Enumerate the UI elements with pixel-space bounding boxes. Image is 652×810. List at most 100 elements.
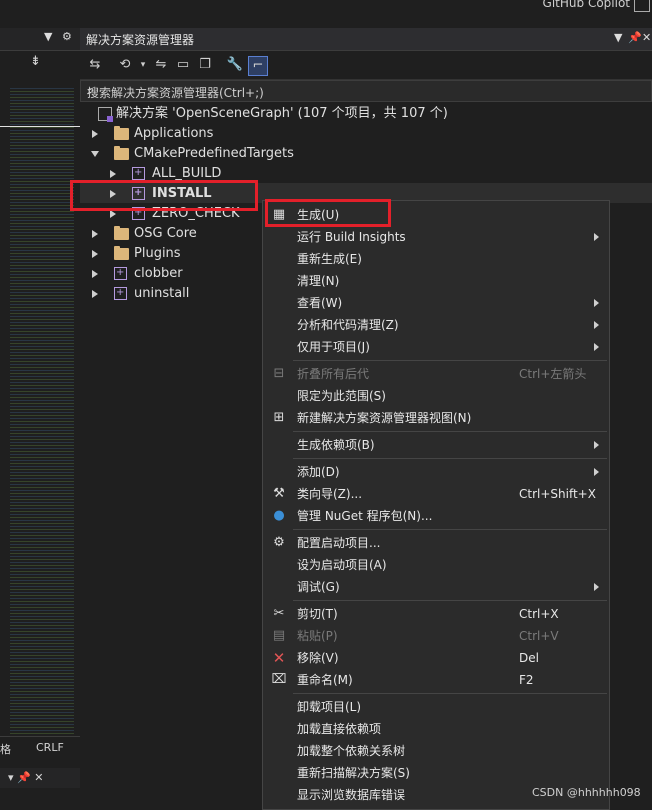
menu-run-build-insights[interactable]: 运行 Build Insights <box>263 226 609 248</box>
dropdown-icon[interactable]: ▼ <box>614 31 622 44</box>
menu-add[interactable]: 添加(D) <box>263 461 609 483</box>
dropdown-icon[interactable]: ▼ <box>44 30 52 43</box>
menu-separator <box>293 431 607 432</box>
menu-unload-project[interactable]: 卸载项目(L) <box>263 696 609 718</box>
menu-separator <box>293 458 607 459</box>
menu-rebuild[interactable]: 重新生成(E) <box>263 248 609 270</box>
menu-project-only[interactable]: 仅用于项目(J) <box>263 336 609 358</box>
expand-icon[interactable] <box>92 250 98 258</box>
menu-label: 加载整个依赖关系树 <box>297 744 406 758</box>
submenu-arrow-icon <box>594 468 599 476</box>
menu-label: 清理(N) <box>297 274 340 288</box>
tree-cmake-targets[interactable]: CMakePredefinedTargets <box>91 144 392 164</box>
menu-set-startup[interactable]: 设为启动项目(A) <box>263 554 609 576</box>
tree-label: clobber <box>134 266 183 281</box>
project-icon <box>114 263 127 283</box>
top-bar: GitHub Copilot <box>0 0 652 28</box>
menu-analyze[interactable]: 分析和代码清理(Z) <box>263 314 609 336</box>
tree-uninstall[interactable]: uninstall <box>92 283 262 304</box>
copilot-button[interactable]: GitHub Copilot <box>543 0 630 10</box>
menu-label: 查看(W) <box>297 296 343 310</box>
submenu-arrow-icon <box>594 583 599 591</box>
vs-switch-views-icon[interactable]: ⇆ <box>86 56 104 74</box>
menu-load-direct-deps[interactable]: 加载直接依赖项 <box>263 718 609 740</box>
new-view-icon: ⊞ <box>273 410 285 425</box>
menu-label: 分析和代码清理(Z) <box>297 318 399 332</box>
minimap-cursor-line <box>0 126 80 127</box>
menu-rescan-solution[interactable]: 重新扫描解决方案(S) <box>263 762 609 784</box>
solution-explorer-toolbar: ⇆ ⟲ ▾ ⇋ ▭ ❐ 🔧 ⌐ <box>80 51 652 80</box>
tree-osg-core[interactable]: OSG Core <box>92 224 262 244</box>
rename-icon: ⌧ <box>271 672 287 687</box>
collapse-all-icon: ⊟ <box>273 366 285 381</box>
menu-rename[interactable]: ⌧ 重命名(M) F2 <box>263 669 609 691</box>
status-strip: 格 CRLF <box>0 736 80 759</box>
expand-icon[interactable] <box>92 230 98 238</box>
menu-cut[interactable]: ✂ 剪切(T) Ctrl+X <box>263 603 609 625</box>
tree-plugins[interactable]: Plugins <box>92 244 262 264</box>
menu-debug[interactable]: 调试(G) <box>263 576 609 598</box>
wrench-icon[interactable]: 🔧 <box>226 56 244 74</box>
menu-label: 卸载项目(L) <box>297 700 362 714</box>
editor-header: ▼ ⚙ <box>0 28 80 51</box>
menu-separator <box>293 529 607 530</box>
menu-label: 重新生成(E) <box>297 252 362 266</box>
install-highlight-box <box>70 180 258 211</box>
tree-clobber[interactable]: clobber <box>92 263 262 284</box>
menu-label: 配置启动项目... <box>297 536 381 550</box>
tree-applications[interactable]: Applications <box>92 124 392 144</box>
watermark: CSDN @hhhhhh098 <box>532 786 641 799</box>
panel-controls[interactable]: ▾ 📌 ✕ <box>8 771 43 784</box>
expand-icon[interactable] <box>110 170 116 178</box>
menu-load-all-deps[interactable]: 加载整个依赖关系树 <box>263 740 609 762</box>
menu-shortcut: Ctrl+V <box>519 629 559 643</box>
preview-icon[interactable]: ⌐ <box>248 56 268 76</box>
project-icon <box>132 163 145 183</box>
code-minimap[interactable] <box>10 88 74 758</box>
menu-shortcut: Ctrl+左箭头 <box>519 367 587 381</box>
tree-solution[interactable]: 解决方案 'OpenSceneGraph' (107 个项目，共 107 个) <box>98 104 638 124</box>
collapse-icon[interactable]: ▭ <box>174 56 192 74</box>
expand-icon[interactable] <box>92 290 98 298</box>
menu-separator <box>293 693 607 694</box>
expand-icon[interactable] <box>110 210 116 218</box>
search-box[interactable]: 搜索解决方案资源管理器(Ctrl+;) ⌕ <box>80 80 652 102</box>
close-icon[interactable]: ✕ <box>642 31 651 44</box>
folder-icon <box>114 126 129 140</box>
feedback-icon[interactable] <box>634 0 650 12</box>
submenu-arrow-icon <box>594 441 599 449</box>
menu-paste[interactable]: ▤ 粘贴(P) Ctrl+V <box>263 625 609 647</box>
copy-icon[interactable]: ❐ <box>196 56 214 74</box>
chevron-down-icon[interactable]: ▾ <box>134 56 152 74</box>
menu-configure-startup[interactable]: ⚙ 配置启动项目... <box>263 532 609 554</box>
menu-collapse-all[interactable]: ⊟ 折叠所有后代 Ctrl+左箭头 <box>263 363 609 385</box>
menu-separator <box>293 360 607 361</box>
sync-icon[interactable]: ⇋ <box>152 56 170 74</box>
menu-view[interactable]: 查看(W) <box>263 292 609 314</box>
menu-scope-to-this[interactable]: 限定为此范围(S) <box>263 385 609 407</box>
menu-remove[interactable]: ✕ 移除(V) Del <box>263 647 609 669</box>
menu-class-wizard[interactable]: ⚒ 类向导(Z)... Ctrl+Shift+X <box>263 483 609 505</box>
solution-explorer-titlebar: 解决方案资源管理器 ▼ 📌 ✕ <box>80 28 652 51</box>
expand-icon[interactable] <box>92 130 98 138</box>
gear-icon[interactable]: ⚙ <box>62 30 72 43</box>
menu-label: 显示浏览数据库错误 <box>297 788 406 802</box>
collapse-icon[interactable] <box>91 151 99 157</box>
history-icon[interactable]: ⟲ <box>116 56 134 74</box>
menu-new-view[interactable]: ⊞ 新建解决方案资源管理器视图(N) <box>263 407 609 429</box>
menu-shortcut: Ctrl+Shift+X <box>519 487 596 501</box>
menu-label: 添加(D) <box>297 465 340 479</box>
tree-label: CMakePredefinedTargets <box>134 146 294 161</box>
search-icon[interactable]: ⌕ <box>87 83 647 98</box>
split-icon[interactable]: ⇟ <box>30 54 41 69</box>
line-ending[interactable]: CRLF <box>36 741 64 754</box>
menu-build-dependencies[interactable]: 生成依赖项(B) <box>263 434 609 456</box>
expand-icon[interactable] <box>92 270 98 278</box>
menu-label: 设为启动项目(A) <box>297 558 387 572</box>
lower-panel-header: ▾ 📌 ✕ <box>0 768 80 788</box>
project-icon <box>114 283 127 303</box>
menu-label: 重新扫描解决方案(S) <box>297 766 410 780</box>
menu-clean[interactable]: 清理(N) <box>263 270 609 292</box>
menu-manage-nuget[interactable]: ● 管理 NuGet 程序包(N)... <box>263 505 609 527</box>
pin-icon[interactable]: 📌 <box>628 31 642 44</box>
